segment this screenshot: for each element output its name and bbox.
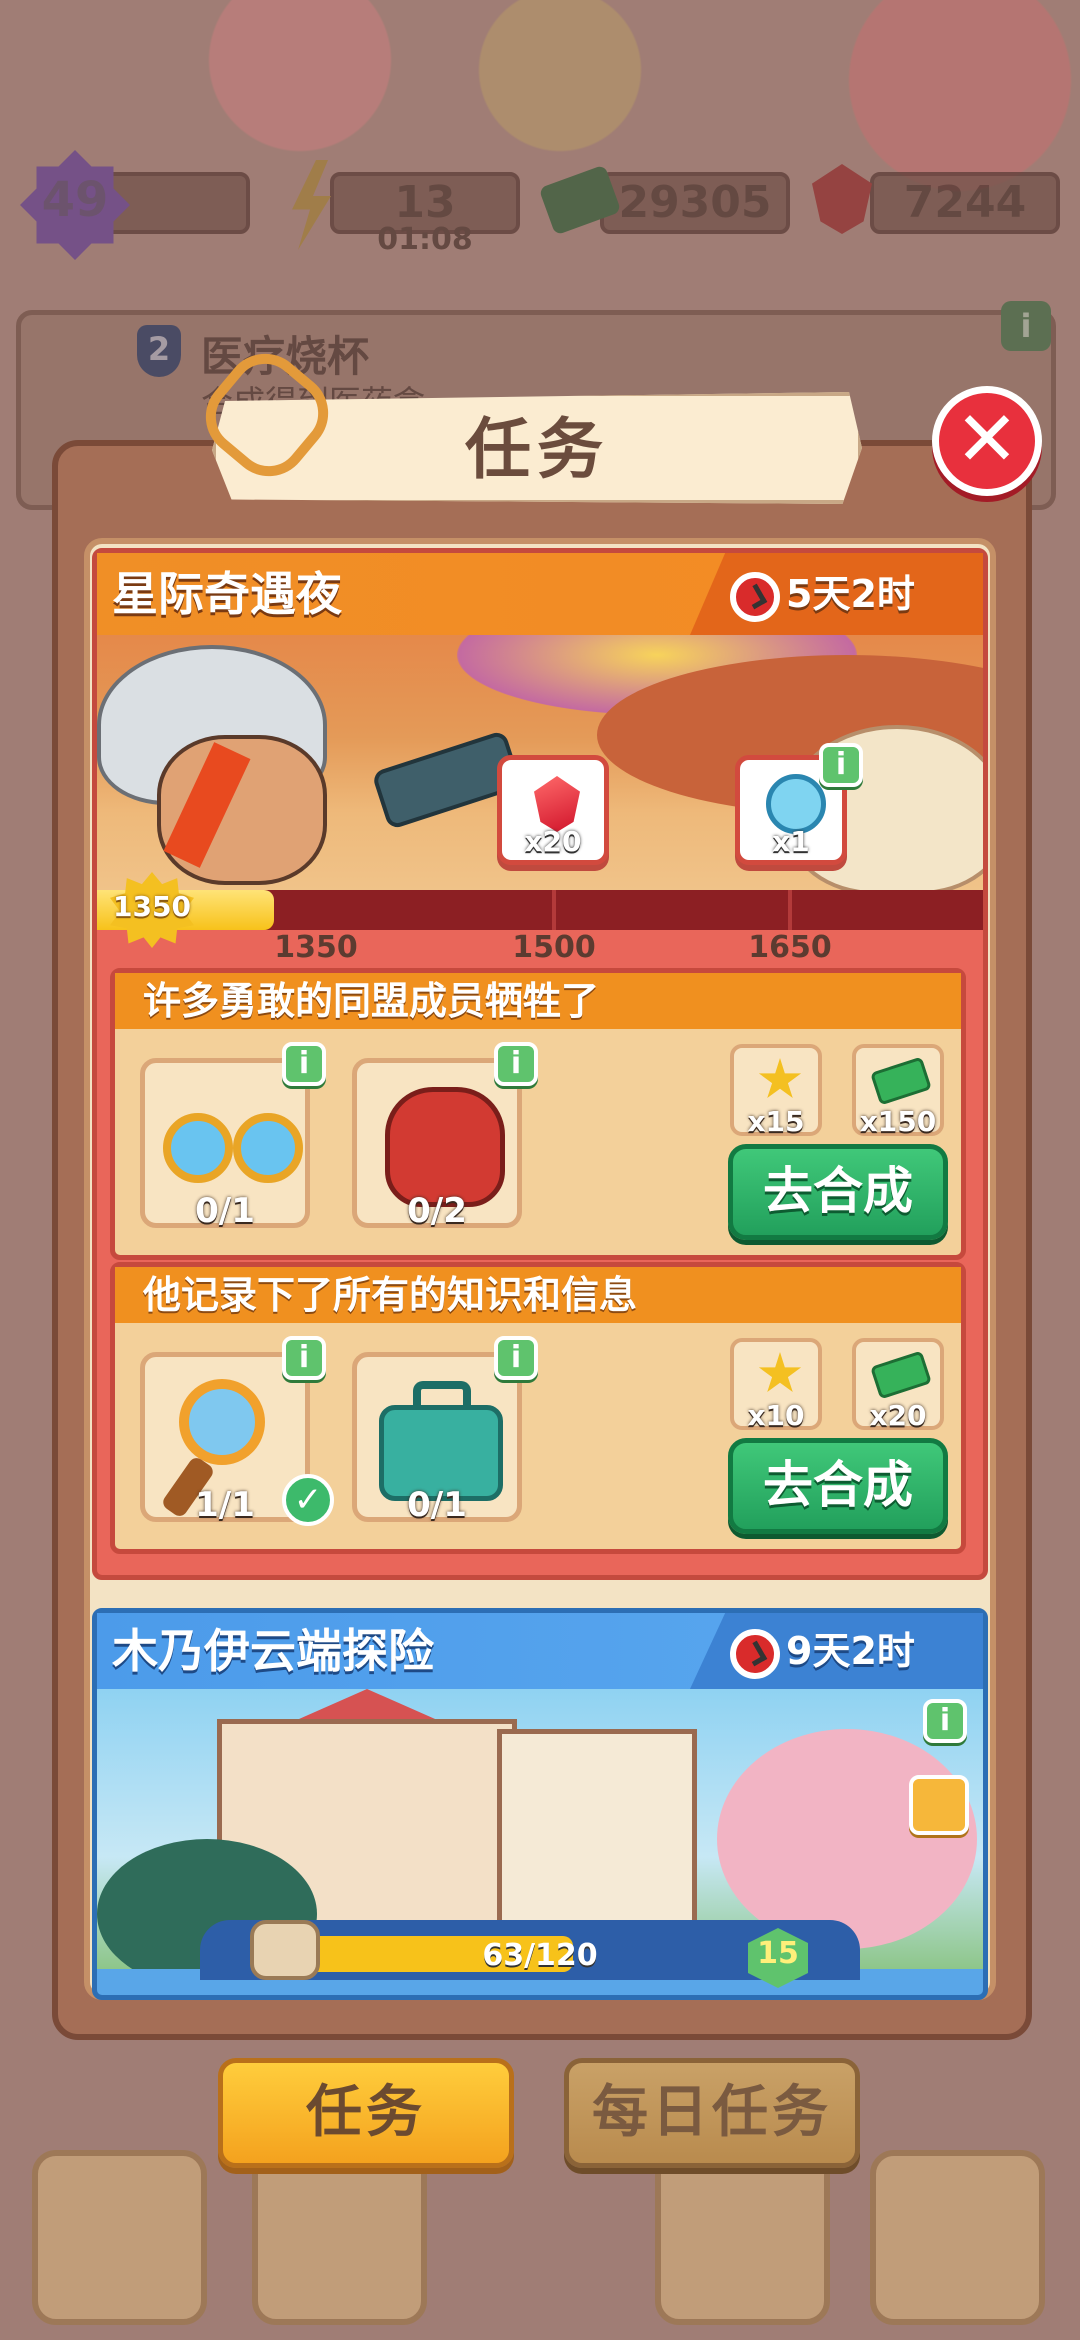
milestone-reward-1[interactable]: x20 (497, 755, 609, 865)
tasks-nav-button[interactable] (870, 2150, 1045, 2325)
event2-timer-text: 9天2时 (786, 1629, 915, 1673)
go-merge-button-2[interactable]: 去合成 (728, 1438, 948, 1534)
info-icon[interactable]: i (282, 1336, 326, 1380)
gloves-icon (385, 1087, 505, 1207)
progress-tick-1650 (788, 890, 792, 930)
close-button[interactable]: ✕ (932, 386, 1042, 496)
event2-level: 15 (757, 1936, 799, 1971)
trophy-icon[interactable] (909, 1775, 969, 1835)
close-icon: ✕ (955, 394, 1019, 483)
info-icon[interactable]: i (494, 1336, 538, 1380)
house-decoration (497, 1729, 697, 1929)
star-token-icon (758, 1058, 802, 1099)
tab-tasks[interactable]: 任务 (218, 2058, 514, 2168)
back-button[interactable] (32, 2150, 207, 2325)
task2-reward-1-label: x10 (747, 1399, 805, 1432)
cash-icon (870, 1350, 932, 1400)
task2-reward-2: x20 (852, 1338, 944, 1432)
event1-title: 星际奇遇夜 (112, 567, 342, 621)
task2-reward-1: x10 (730, 1338, 822, 1432)
inventory-button[interactable] (252, 2150, 427, 2325)
info-icon[interactable]: i (819, 743, 863, 787)
info-icon[interactable]: i (494, 1042, 538, 1086)
scroll-icon (250, 1920, 320, 1980)
cash-icon (870, 1056, 932, 1106)
task1-reward-2: x150 (852, 1044, 944, 1138)
event2-title: 木乃伊云端探险 (112, 1624, 434, 1678)
tab-daily-tasks[interactable]: 每日任务 (564, 2058, 860, 2168)
go-merge-button-1[interactable]: 去合成 (728, 1144, 948, 1240)
event2-timer: 9天2时 (730, 1610, 915, 1692)
event2-progress-text: 63/120 (482, 1938, 598, 1973)
task1-title: 许多勇敢的同盟成员牺牲了 (115, 973, 961, 1029)
task2-reward-2-label: x20 (869, 1399, 927, 1432)
task1-reward-1: x15 (730, 1044, 822, 1138)
star-token-icon (758, 1352, 802, 1393)
task1-reward-2-label: x150 (859, 1105, 937, 1138)
milestone-reward-1-label: x20 (524, 825, 582, 858)
event1-timer: 5天2时 (730, 553, 915, 635)
ruby-gem-icon (534, 776, 580, 832)
progress-tick-1500 (552, 890, 556, 930)
blossom-tree-decoration (717, 1729, 977, 1949)
tick-label-1: 1350 (274, 930, 358, 965)
task1-reward-1-label: x15 (747, 1105, 805, 1138)
task1-item-1-count: 0/1 (195, 1191, 255, 1231)
task1-item-2-count: 0/2 (407, 1191, 467, 1231)
task2-item-1-count: 1/1 (195, 1485, 255, 1525)
clock-icon (730, 571, 780, 622)
task2-item-2-count: 0/1 (407, 1485, 467, 1525)
clock-icon (730, 1628, 780, 1679)
tick-label-2: 1500 (512, 930, 596, 965)
goggles-icon (163, 1103, 303, 1183)
milestone-reward-2-label: x1 (772, 825, 810, 858)
shop-button[interactable] (655, 2150, 830, 2325)
event1-banner: x20 x1 i (97, 635, 983, 890)
magnifier-icon (179, 1379, 265, 1465)
event1-timer-text: 5天2时 (786, 572, 915, 616)
points-current: 1350 (113, 890, 191, 923)
check-icon: ✓ (282, 1474, 334, 1526)
info-icon[interactable]: i (923, 1699, 967, 1743)
info-icon[interactable]: i (282, 1042, 326, 1086)
tick-label-3: 1650 (748, 930, 832, 965)
task2-title: 他记录下了所有的知识和信息 (115, 1267, 961, 1323)
